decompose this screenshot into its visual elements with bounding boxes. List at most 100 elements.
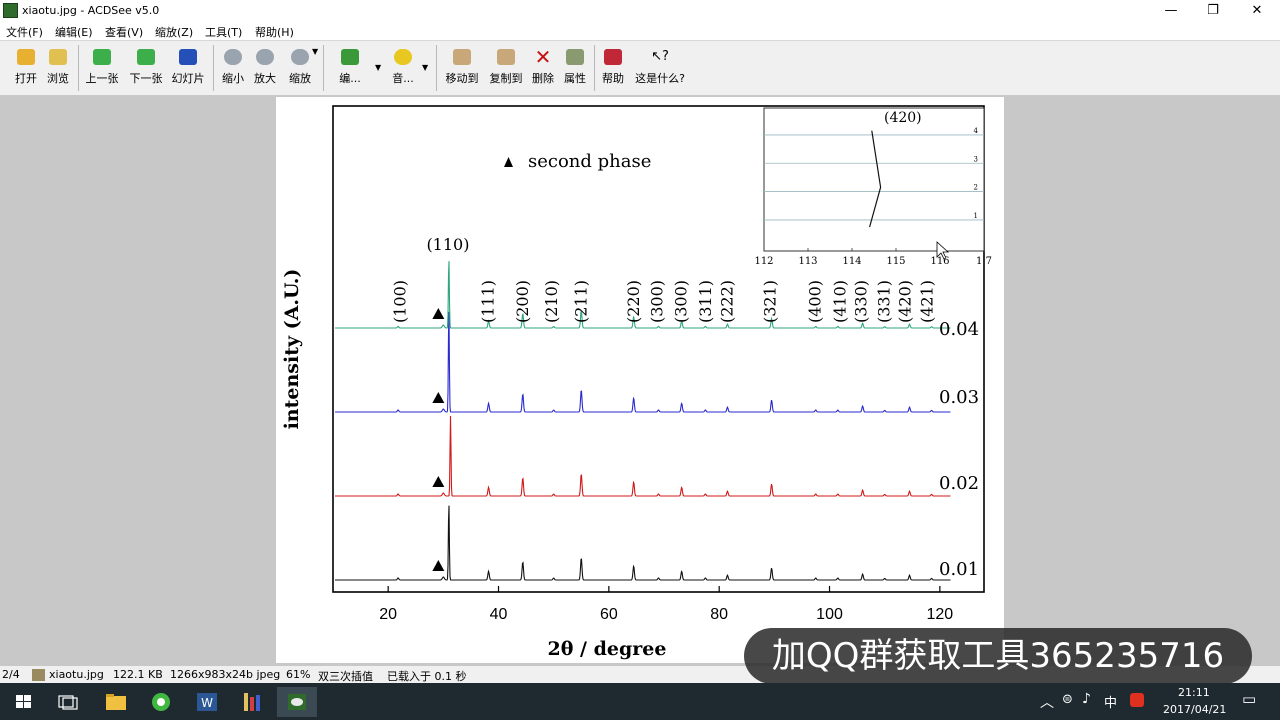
jpeg-file-icon [32, 669, 45, 681]
windows-logo-icon [16, 695, 31, 708]
inset-x-tick-label: 114 [842, 256, 861, 267]
taskbar-app[interactable] [232, 687, 272, 717]
previous-image-button[interactable]: 上一张 [82, 45, 122, 91]
taskbar-file-explorer[interactable] [96, 687, 136, 717]
properties-label: 属性 [564, 72, 586, 85]
window-title: xiaotu.jpg - ACDSee v5.0 [22, 4, 160, 17]
zoom-out-button[interactable]: 缩小 [218, 45, 248, 91]
delete-button[interactable]: ✕ 删除 [528, 45, 558, 91]
series-label: 0.01 [939, 559, 979, 580]
toolbar-separator [213, 45, 214, 91]
edit-button[interactable]: 编... [335, 45, 365, 91]
zoom-dropdown-icon[interactable]: ▼ [312, 47, 318, 56]
peak-label: (400) [806, 280, 825, 323]
restore-button[interactable]: ❐ [1192, 0, 1234, 22]
sogou-ime-icon[interactable] [1130, 693, 1144, 707]
previous-arrow-icon [93, 49, 111, 65]
menu-file[interactable]: 文件(F) [6, 24, 43, 40]
series-label: 0.04 [939, 319, 979, 340]
peak-label: (100) [390, 280, 409, 323]
task-view-button[interactable] [48, 687, 88, 717]
menu-zoom[interactable]: 缩放(Z) [155, 24, 193, 40]
svg-text:W: W [201, 696, 213, 710]
help-book-icon [604, 49, 622, 65]
status-format: 1266x983x24b jpeg [170, 668, 281, 681]
move-to-button[interactable]: 移动到 [442, 45, 482, 91]
menu-tools[interactable]: 工具(T) [205, 24, 242, 40]
audio-dropdown-icon[interactable]: ▼ [422, 63, 428, 72]
second-phase-marker [432, 392, 445, 403]
network-icon[interactable]: ⊜ [1062, 692, 1073, 707]
help-label: 帮助 [602, 72, 624, 85]
zoom-in-label: 放大 [254, 72, 276, 85]
second-phase-markers [432, 308, 445, 571]
open-button[interactable]: 打开 [10, 45, 42, 91]
help-button[interactable]: 帮助 [598, 45, 628, 91]
peak-label: (421) [918, 280, 937, 323]
image-position: 2/4 [2, 668, 20, 681]
inset-peak-label: (420) [884, 110, 922, 126]
legend-triangle-marker [504, 157, 513, 167]
edit-dropdown-icon[interactable]: ▼ [375, 63, 381, 72]
second-phase-marker [432, 308, 445, 319]
copy-to-button[interactable]: 复制到 [486, 45, 526, 91]
menu-edit[interactable]: 编辑(E) [55, 24, 93, 40]
next-image-button[interactable]: 下一张 [126, 45, 166, 91]
peak-label: (331) [875, 280, 894, 323]
close-button[interactable]: ✕ [1236, 0, 1278, 22]
second-phase-marker [432, 560, 445, 571]
start-button[interactable] [4, 687, 44, 717]
magnifier-icon [291, 49, 309, 65]
notification-icon[interactable]: ▭ [1242, 690, 1256, 708]
browse-folder-icon [49, 49, 67, 65]
taskbar-acdsee[interactable] [277, 687, 317, 717]
legend-label: second phase [528, 151, 651, 172]
input-method-indicator[interactable]: 中 [1104, 692, 1117, 711]
y-axis-label: intensity (A.U.) [281, 269, 303, 430]
peak-label: (410) [831, 280, 850, 323]
toolbar-separator [323, 45, 324, 91]
series-label: 0.02 [939, 473, 979, 494]
audio-button[interactable]: 音... [388, 45, 418, 91]
taskbar-browser[interactable] [141, 687, 181, 717]
minimize-button[interactable]: — [1150, 0, 1192, 22]
menu-bar: 文件(F) 编辑(E) 查看(V) 缩放(Z) 工具(T) 帮助(H) [0, 22, 1280, 40]
open-folder-icon [17, 49, 35, 65]
toolbar-separator [436, 45, 437, 91]
peak-label: (210) [542, 280, 561, 323]
xrd-trace-0.02 [335, 415, 951, 497]
x-tick-label: 80 [710, 606, 728, 623]
x-axis-label: 2θ / degree [548, 638, 667, 660]
zoom-in-button[interactable]: 放大 [250, 45, 280, 91]
windows-taskbar: W ︿ ⊜ ♪ 中 21:11 2017/04/21 ▭ [0, 683, 1280, 720]
whats-this-button[interactable]: ↖? 这是什么? [632, 45, 688, 91]
acdsee-app-icon [3, 3, 18, 18]
next-label: 下一张 [129, 72, 163, 85]
whats-this-label: 这是什么? [635, 72, 685, 85]
slideshow-button[interactable]: 幻灯片 [168, 45, 208, 91]
peak-label: (330) [852, 280, 871, 323]
open-label: 打开 [15, 72, 37, 85]
menu-help[interactable]: 帮助(H) [255, 24, 294, 40]
status-filename: xiaotu.jpg [49, 668, 104, 681]
folder-icon [106, 694, 126, 710]
clock-date[interactable]: 2017/04/21 [1163, 703, 1226, 716]
tray-chevron-up-icon[interactable]: ︿ [1040, 692, 1054, 712]
volume-icon[interactable]: ♪ [1082, 691, 1091, 707]
delete-x-icon: ✕ [534, 45, 552, 69]
menu-view[interactable]: 查看(V) [105, 24, 143, 40]
peak-label: (111) [479, 280, 498, 323]
taskbar-word[interactable]: W [187, 687, 227, 717]
browse-button[interactable]: 浏览 [42, 45, 74, 91]
inset-420-plot: 1 2 3 4 112 113 114 115 116 1 7 (420) [754, 107, 992, 267]
browse-label: 浏览 [47, 72, 69, 85]
peak-label: (211) [571, 280, 590, 323]
properties-button[interactable]: 属性 [560, 45, 590, 91]
whats-this-icon: ↖? [651, 49, 669, 64]
inset-y-tick: 2 [974, 184, 978, 192]
clock-time[interactable]: 21:11 [1178, 686, 1210, 699]
magnifier-plus-icon [256, 49, 274, 65]
magnifier-minus-icon [224, 49, 242, 65]
title-bar: xiaotu.jpg - ACDSee v5.0 — ❐ ✕ [0, 0, 1280, 22]
x-tick-label: 100 [816, 606, 843, 623]
